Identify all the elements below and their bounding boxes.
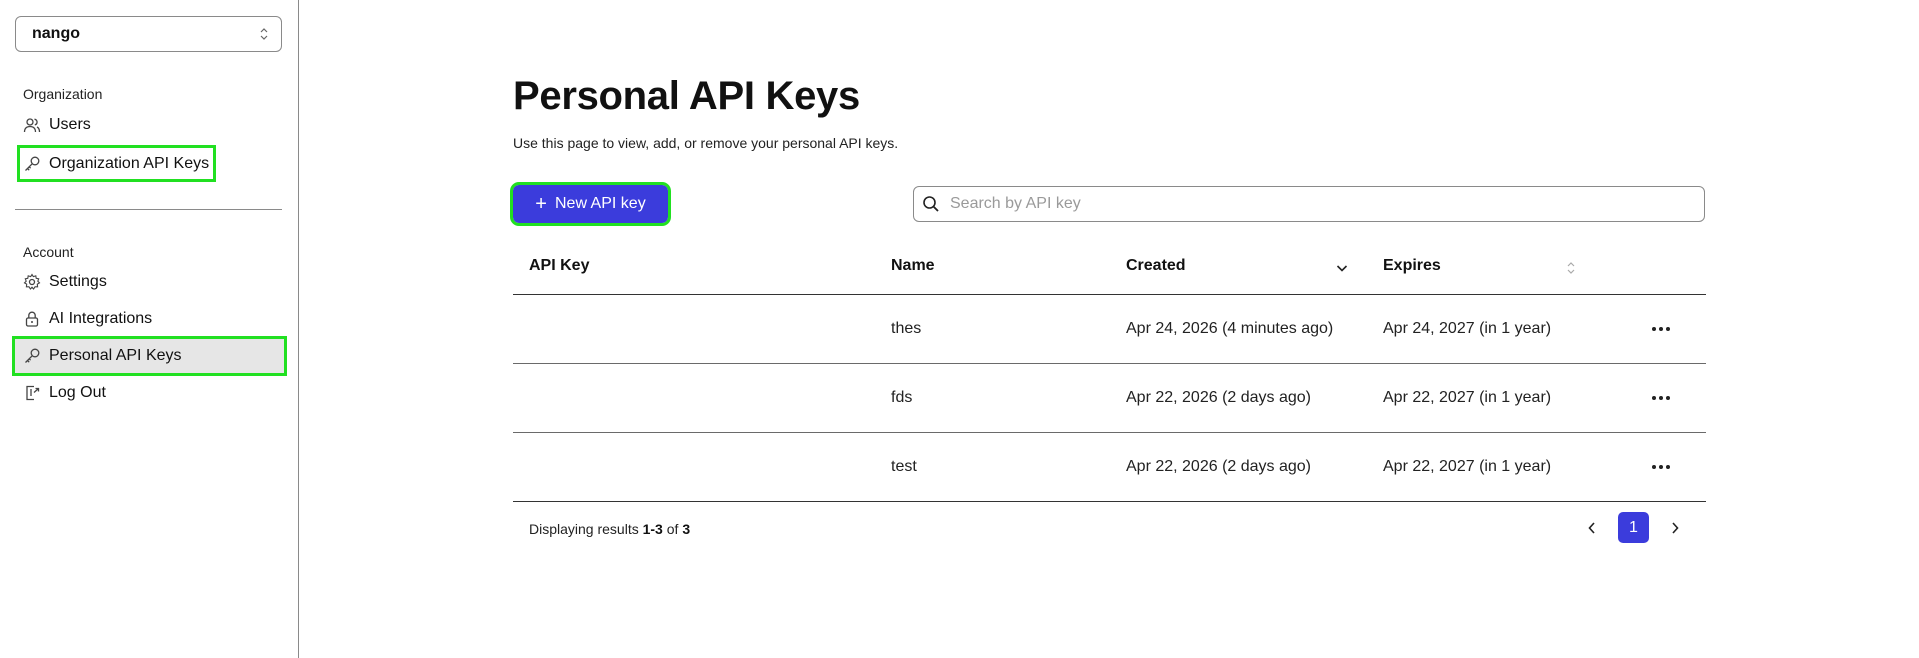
results-total: 3 (682, 521, 691, 537)
sort-up-down-icon[interactable] (1565, 260, 1577, 276)
sidebar-item-users[interactable]: Users (23, 111, 91, 139)
column-header-expires[interactable]: Expires (1383, 257, 1441, 275)
table-row: fds Apr 22, 2026 (2 days ago) Apr 22, 20… (513, 364, 1706, 433)
created-cell: Apr 22, 2026 (2 days ago) (1126, 458, 1312, 475)
table-header: API Key Name Created Expires (513, 245, 1706, 295)
ellipsis-icon (1652, 396, 1670, 400)
column-header-created-label: Created (1126, 257, 1186, 274)
chevron-right-icon (1672, 521, 1679, 534)
sidebar-item-personal-api-keys[interactable]: Personal API Keys (12, 336, 287, 376)
more-actions-button[interactable] (1648, 388, 1674, 408)
page-number-button[interactable]: 1 (1618, 512, 1649, 543)
chevron-down-icon[interactable] (1335, 261, 1349, 275)
results-range: 1-3 (642, 521, 663, 537)
expires-cell: Apr 22, 2027 (in 1 year) (1383, 389, 1552, 406)
name-cell: test (891, 458, 917, 475)
key-icon (23, 347, 41, 365)
column-header-expires-label: Expires (1383, 257, 1441, 274)
table-row: thes Apr 24, 2026 (4 minutes ago) Apr 24… (513, 295, 1706, 364)
new-api-key-button-label: New API key (554, 195, 646, 212)
plus-icon: + (535, 193, 547, 215)
sidebar-item-label: AI Integrations (49, 310, 153, 327)
organization-section-label: Organization (23, 86, 103, 102)
sidebar-item-log-out[interactable]: Log Out (23, 379, 106, 407)
ellipsis-icon (1652, 465, 1670, 469)
name-cell: thes (891, 320, 922, 337)
sidebar-item-organization-api-keys[interactable]: Organization API Keys (16, 145, 217, 182)
expires-cell: Apr 24, 2027 (in 1 year) (1383, 320, 1552, 337)
account-section-label: Account (23, 244, 74, 260)
results-of: of (662, 521, 683, 537)
previous-page-button[interactable] (1580, 516, 1604, 540)
created-cell: Apr 24, 2026 (4 minutes ago) (1126, 320, 1334, 337)
expires-cell: Apr 22, 2027 (in 1 year) (1383, 458, 1552, 475)
page-title: Personal API Keys (513, 74, 860, 118)
sidebar-item-label: Log Out (49, 384, 106, 401)
ellipsis-icon (1652, 327, 1670, 331)
pagination: 1 (1580, 512, 1687, 543)
chevron-up-down-icon (260, 28, 268, 40)
organization-selector[interactable]: nango (15, 16, 282, 52)
column-header-created[interactable]: Created (1126, 257, 1186, 275)
organization-selector-value: nango (32, 25, 80, 42)
page-subtitle: Use this page to view, add, or remove yo… (513, 135, 899, 151)
column-header-api-key[interactable]: API Key (529, 257, 589, 275)
search-input[interactable] (950, 195, 1704, 213)
sidebar-item-settings[interactable]: Settings (23, 268, 107, 296)
results-prefix: Displaying results (529, 521, 643, 537)
more-actions-button[interactable] (1648, 319, 1674, 339)
sidebar: nango Organization Users Organization AP… (0, 0, 299, 658)
created-cell: Apr 22, 2026 (2 days ago) (1126, 389, 1312, 406)
name-cell: fds (891, 389, 913, 406)
sidebar-item-label: Settings (49, 273, 107, 290)
more-actions-button[interactable] (1648, 457, 1674, 477)
search-icon (922, 195, 940, 213)
results-summary: Displaying results 1-3 of 3 (529, 521, 690, 537)
sidebar-item-ai-integrations[interactable]: AI Integrations (23, 305, 152, 333)
table-row: test Apr 22, 2026 (2 days ago) Apr 22, 2… (513, 433, 1706, 502)
new-api-key-button[interactable]: + New API key (510, 182, 671, 226)
lock-icon (23, 310, 41, 328)
sidebar-item-label: Organization API Keys (49, 154, 210, 172)
key-icon (23, 155, 41, 173)
next-page-button[interactable] (1663, 516, 1687, 540)
api-keys-table: API Key Name Created Expires thes Apr 24… (513, 245, 1706, 502)
users-icon (23, 116, 41, 134)
logout-icon (23, 384, 41, 402)
sidebar-divider (15, 209, 282, 210)
sidebar-item-label: Users (49, 116, 91, 133)
gear-icon (23, 273, 41, 291)
search-box (913, 186, 1705, 222)
chevron-left-icon (1588, 521, 1595, 534)
sidebar-item-label: Personal API Keys (49, 347, 182, 364)
column-header-name[interactable]: Name (891, 257, 935, 275)
